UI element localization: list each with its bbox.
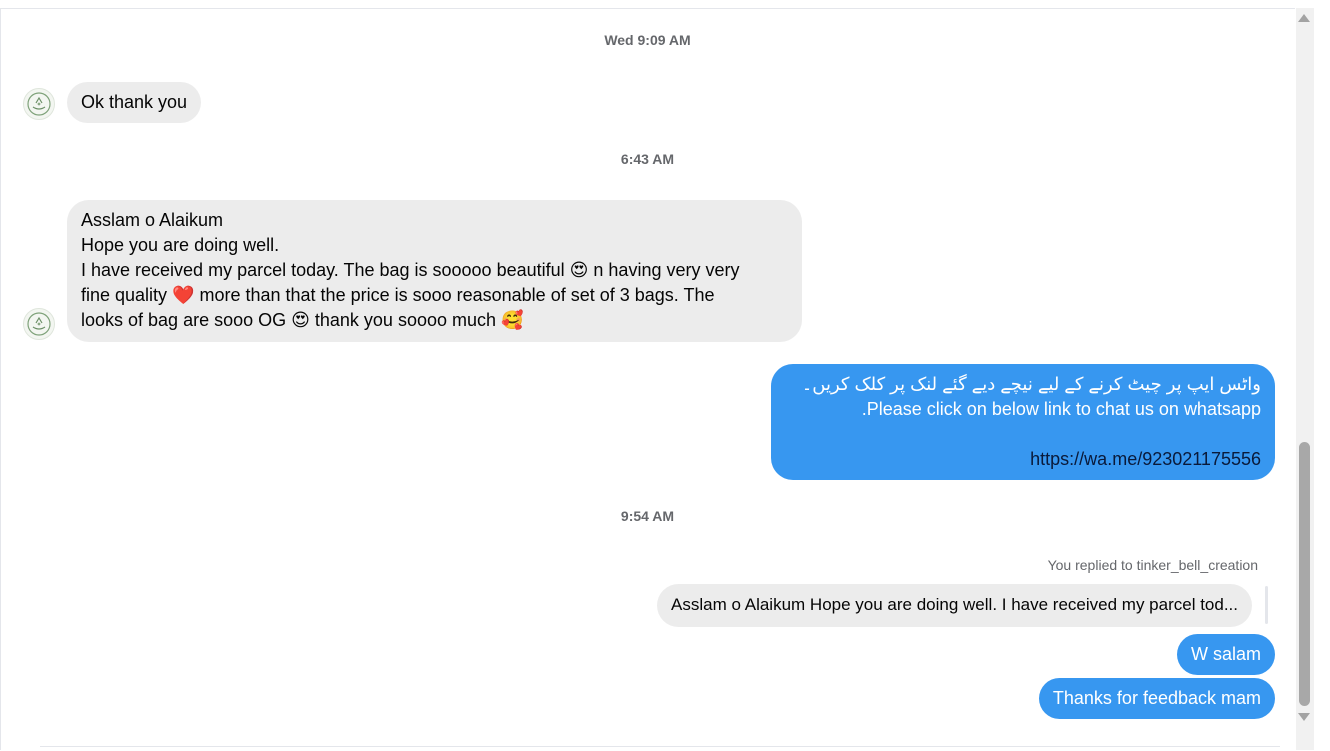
message-line: Asslam o Alaikum: [81, 210, 224, 230]
scroll-up-arrow-icon[interactable]: [1298, 14, 1310, 22]
timestamp: 6:43 AM: [620, 151, 675, 167]
incoming-message[interactable]: Asslam o Alaikum Hope you are doing well…: [67, 200, 802, 342]
outgoing-message[interactable]: W salam: [1176, 634, 1275, 675]
quoted-message[interactable]: Asslam o Alaikum Hope you are doing well…: [657, 584, 1252, 627]
whatsapp-link[interactable]: https://wa.me/923021175556: [785, 447, 1261, 472]
outgoing-message[interactable]: واٹس ایپ پر چیٹ کرنے کے لیے نیچے دیے گئے…: [771, 364, 1275, 480]
smiling-face-hearts-emoji-icon: 🥰: [501, 310, 524, 331]
scrollbar-thumb[interactable]: [1299, 442, 1310, 706]
message-text: Thanks for feedback mam: [1052, 688, 1261, 708]
reply-indicator-bar: [1265, 586, 1268, 624]
timestamp: 9:54 AM: [620, 508, 675, 524]
outgoing-message[interactable]: Thanks for feedback mam: [1038, 678, 1275, 719]
heart-eyes-emoji-icon: 😍: [291, 310, 310, 331]
heart-eyes-emoji-icon: 😍: [569, 260, 589, 281]
message-line: fine quality ❤️ more than that the price…: [81, 285, 715, 306]
brand-logo-avatar-icon[interactable]: [23, 88, 55, 120]
quoted-text: Asslam o Alaikum Hope you are doing well…: [671, 595, 1238, 614]
message-line: .Please click on below link to chat us o…: [861, 399, 1261, 419]
message-text: Ok thank you: [81, 92, 188, 112]
message-urdu-line: واٹس ایپ پر چیٹ کرنے کے لیے نیچے دیے گئے…: [801, 374, 1261, 394]
reply-context-label: You replied to tinker_bell_creation: [1047, 557, 1258, 573]
message-text: W salam: [1190, 644, 1261, 664]
message-line: looks of bag are sooo OG 😍 thank you soo…: [81, 310, 524, 331]
brand-logo-avatar-icon[interactable]: [23, 308, 55, 340]
message-line: Hope you are doing well.: [81, 235, 280, 255]
timestamp: Wed 9:09 AM: [604, 32, 691, 48]
message-line: I have received my parcel today. The bag…: [81, 260, 740, 281]
scroll-down-arrow-icon[interactable]: [1298, 713, 1310, 721]
message-input-edge: [40, 746, 1280, 751]
incoming-message[interactable]: Ok thank you: [67, 82, 202, 123]
red-heart-emoji-icon: ❤️: [172, 285, 195, 306]
